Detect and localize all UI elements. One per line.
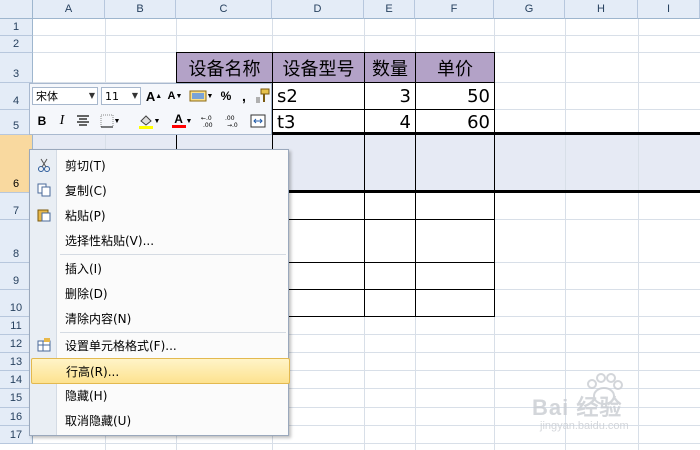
baidu-watermark: Bai 经验 jingyan.baidu.com [532, 372, 692, 442]
percent-style-button[interactable]: % [217, 87, 235, 105]
table-border [364, 52, 365, 316]
menu-item-hide[interactable]: 隐藏(H) [31, 383, 288, 407]
bold-button[interactable]: B [33, 112, 51, 130]
menu-item-label: 插入(I) [65, 261, 102, 276]
menu-item-copy[interactable]: 复制(C) [31, 178, 288, 202]
cell-d5[interactable]: t3 [273, 110, 364, 134]
table-border [415, 52, 416, 316]
column-header-d[interactable]: D [272, 0, 364, 19]
menu-item-label: 清除内容(N) [65, 311, 132, 326]
format-cells-icon [36, 337, 52, 353]
row-header-3[interactable]: 3 [0, 53, 33, 83]
menu-separator [60, 254, 286, 255]
menu-item-label: 隐藏(H) [65, 388, 108, 403]
menu-item-label: 删除(D) [65, 286, 108, 301]
watermark-subtext: jingyan.baidu.com [540, 420, 629, 432]
menu-item-label: 复制(C) [65, 183, 107, 198]
align-center-icon [77, 115, 89, 126]
comma-style-button[interactable]: , [237, 87, 251, 105]
italic-button[interactable]: I [53, 112, 71, 130]
column-header-i[interactable]: I [638, 0, 700, 19]
table-border [176, 52, 495, 53]
shrink-font-button[interactable]: A ▼ [165, 87, 185, 105]
row-header-2[interactable]: 2 [0, 36, 33, 53]
menu-item-row-height[interactable]: 行高(R)... [31, 358, 290, 384]
menu-item-clear-contents[interactable]: 清除内容(N) [31, 306, 288, 330]
font-color-button[interactable]: A ▼ [168, 112, 196, 130]
svg-text:←.0: ←.0 [201, 115, 212, 122]
column-header-c[interactable]: C [176, 0, 272, 19]
font-color-letter: A [174, 112, 183, 126]
menu-item-label: 行高(R)... [66, 364, 120, 379]
cell-c3[interactable]: 设备名称 [177, 53, 272, 82]
copy-icon [36, 182, 52, 198]
menu-item-label: 剪切(T) [65, 158, 106, 173]
column-header-f[interactable]: F [415, 0, 494, 19]
column-header-e[interactable]: E [364, 0, 415, 19]
menu-item-label: 选择性粘贴(V)... [65, 233, 155, 248]
grow-font-label: A [145, 88, 156, 104]
svg-text:.00: .00 [203, 122, 213, 128]
mini-toolbar: 宋体 ▼ 11 ▼ A ▲ A ▼ ▼ % , B I ▼ ▼ A ▼ ←.0.00 … [29, 83, 272, 135]
increase-decimal-icon: ←.0.00 [201, 115, 213, 128]
font-name-value: 宋体 [36, 90, 58, 103]
format-painter-icon [256, 88, 270, 103]
cell-e3[interactable]: 数量 [365, 53, 415, 82]
chevron-down-icon: ▼ [88, 91, 95, 100]
number-format-icon [189, 90, 207, 102]
svg-text:→.0: →.0 [227, 122, 238, 128]
fill-color-icon [138, 115, 153, 129]
select-all-corner[interactable] [0, 0, 33, 19]
column-header-b[interactable]: B [105, 0, 176, 19]
grow-font-button[interactable]: A ▲ [144, 87, 164, 105]
menu-item-cut[interactable]: 剪切(T) [31, 153, 288, 177]
svg-text:.00: .00 [225, 115, 235, 122]
menu-item-label: 设置单元格格式(F)... [65, 338, 177, 353]
context-menu: 剪切(T) 复制(C) 粘贴(P) 选择性粘贴(V)... 插入(I) 删除(D… [29, 149, 290, 436]
cell-d4[interactable]: s2 [273, 83, 364, 109]
font-name-combo[interactable]: 宋体 ▼ [32, 87, 98, 105]
merge-center-button[interactable] [248, 112, 268, 130]
gridline [33, 35, 700, 36]
menu-item-label: 粘贴(P) [65, 208, 106, 223]
column-header-g[interactable]: G [494, 0, 565, 19]
menu-item-label: 取消隐藏(U) [65, 413, 132, 428]
increase-decimal-button[interactable]: ←.0.00 [200, 112, 222, 130]
cell-d3[interactable]: 设备型号 [273, 53, 364, 82]
scissors-icon [36, 157, 52, 173]
menu-item-insert[interactable]: 插入(I) [31, 256, 288, 280]
decrease-decimal-icon: .00→.0 [225, 115, 238, 128]
column-header-a[interactable]: A [33, 0, 105, 19]
font-color-swatch [171, 125, 186, 128]
cell-e4[interactable]: 3 [365, 83, 415, 109]
borders-button[interactable]: ▼ [96, 112, 124, 130]
borders-icon [100, 114, 114, 128]
cell-f4[interactable]: 50 [416, 83, 494, 109]
menu-item-unhide[interactable]: 取消隐藏(U) [31, 408, 288, 432]
cell-e5[interactable]: 4 [365, 110, 415, 134]
number-format-button[interactable]: ▼ [188, 87, 214, 105]
watermark-text: Bai 经验 [532, 395, 623, 420]
format-painter-button[interactable] [253, 87, 271, 105]
menu-item-delete[interactable]: 删除(D) [31, 281, 288, 305]
merge-cells-icon [250, 114, 266, 128]
center-align-button[interactable] [74, 112, 92, 130]
cell-f3[interactable]: 单价 [416, 53, 494, 82]
menu-item-paste[interactable]: 粘贴(P) [31, 203, 288, 227]
shrink-font-label: A [167, 90, 176, 102]
paste-icon [36, 207, 52, 223]
fill-color-button[interactable]: ▼ [134, 112, 164, 130]
row-header-1[interactable]: 1 [0, 19, 33, 36]
menu-item-format-cells[interactable]: 设置单元格格式(F)... [31, 333, 288, 357]
decrease-decimal-button[interactable]: .00 →.0 [224, 112, 246, 130]
gridline [33, 443, 700, 444]
font-size-combo[interactable]: 11 ▼ [101, 87, 141, 105]
column-header-h[interactable]: H [565, 0, 638, 19]
table-border [494, 52, 495, 316]
font-size-value: 11 [105, 89, 119, 103]
chevron-down-icon: ▼ [131, 91, 138, 100]
menu-item-paste-special[interactable]: 选择性粘贴(V)... [31, 228, 288, 252]
cell-f5[interactable]: 60 [416, 110, 494, 134]
